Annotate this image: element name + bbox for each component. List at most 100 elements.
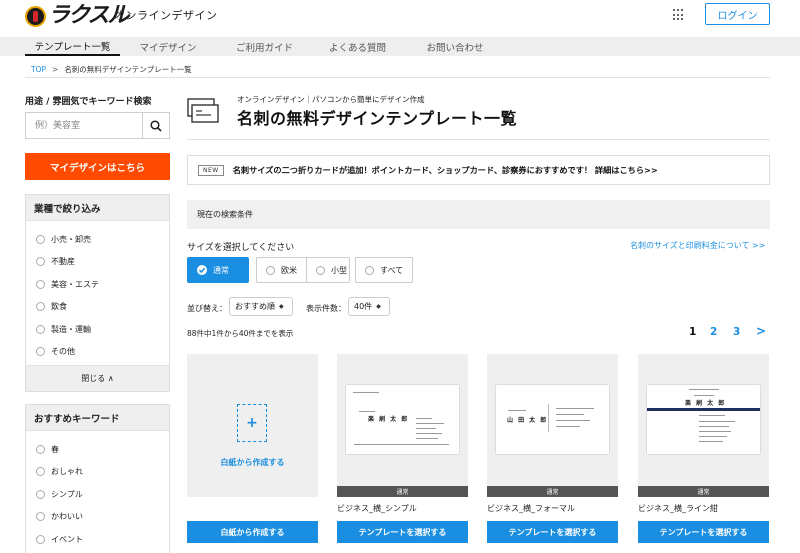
card-person-name: 山 田 太 郎 xyxy=(507,417,548,424)
size-select-label: サイズを選択してください xyxy=(187,243,295,253)
login-button[interactable]: ログイン xyxy=(705,3,770,25)
keyword-option-label: かわいい xyxy=(51,512,83,522)
apps-grid-icon[interactable] xyxy=(673,9,685,21)
per-page-select[interactable]: 40件 ◆ xyxy=(348,297,390,316)
industry-option-label: 小売・卸売 xyxy=(51,234,91,244)
industry-option[interactable]: 小売・卸売 xyxy=(26,228,169,251)
search-input[interactable] xyxy=(26,113,142,138)
sort-select[interactable]: おすすめ順 ◆ xyxy=(229,297,293,316)
search-conditions-bar: 現在の検索条件 xyxy=(187,200,770,229)
template-card[interactable]: 楽 刷 太 郎 通常 xyxy=(337,354,468,497)
industry-filter-title: 業種で絞り込み xyxy=(26,195,169,221)
industry-option-label: 美容・エステ xyxy=(51,279,99,289)
size-option-small[interactable]: 小型 xyxy=(306,257,350,283)
select-arrows-icon: ◆ xyxy=(279,302,284,310)
template-name[interactable]: ビジネス_横_シンプル xyxy=(337,503,417,514)
select-template-button[interactable]: テンプレートを選択する xyxy=(487,521,618,543)
card-person-name: 楽 刷 太 郎 xyxy=(368,416,409,423)
new-badge: NEW xyxy=(198,164,224,176)
template-card[interactable]: 楽 刷 太 郎 通常 xyxy=(638,354,769,497)
template-card[interactable]: 山 田 太 郎 通常 xyxy=(487,354,618,497)
nav-guide[interactable]: ご利用ガイド xyxy=(222,37,307,56)
keyword-search-label: 用途 / 雰囲気でキーワード検索 xyxy=(25,97,152,107)
radio-icon xyxy=(36,234,45,244)
radio-icon xyxy=(36,444,45,454)
industry-option-label: 製造・運輸 xyxy=(51,324,91,334)
blank-card-label: 白紙から作成する xyxy=(220,458,285,467)
industry-option[interactable]: その他 xyxy=(26,341,169,364)
plus-icon: + xyxy=(237,404,267,442)
industry-option[interactable]: 美容・エステ xyxy=(26,273,169,296)
keyword-option-label: おしゃれ xyxy=(51,467,83,477)
size-option-label: すべて xyxy=(380,265,404,275)
page-1[interactable]: 1 xyxy=(689,326,696,338)
nav-contact[interactable]: お問い合わせ xyxy=(415,37,495,56)
size-price-link[interactable]: 名刺のサイズと印刷料金について >> xyxy=(630,240,765,251)
keyword-filter-title: おすすめキーワード xyxy=(26,405,169,431)
radio-icon xyxy=(36,534,45,544)
site-title: オンラインデザイン xyxy=(114,9,218,22)
accent-line xyxy=(647,408,760,411)
size-option-standard[interactable]: 通常 xyxy=(187,257,249,283)
result-count: 88件中1件から40件までを表示 xyxy=(187,329,294,338)
industry-option[interactable]: 飲食 xyxy=(26,296,169,319)
keyword-option[interactable]: おしゃれ xyxy=(26,461,169,484)
blank-card[interactable]: + 白紙から作成する xyxy=(187,354,318,497)
industry-option[interactable]: 製造・運輸 xyxy=(26,318,169,341)
page-3[interactable]: 3 xyxy=(733,326,740,338)
radio-icon xyxy=(36,324,45,334)
radio-icon xyxy=(36,279,45,289)
radio-icon xyxy=(36,347,45,357)
size-option-all[interactable]: すべて xyxy=(355,257,413,283)
divider xyxy=(187,139,770,140)
select-template-button[interactable]: テンプレートを選択する xyxy=(337,521,468,543)
template-name[interactable]: ビジネス_横_フォーマル xyxy=(487,503,575,514)
keyword-option-label: シンプル xyxy=(51,489,83,499)
radio-icon xyxy=(36,257,45,267)
breadcrumb-separator: > xyxy=(52,65,59,74)
page-2[interactable]: 2 xyxy=(710,326,717,338)
card-person-name: 楽 刷 太 郎 xyxy=(685,400,726,407)
breadcrumb-home[interactable]: TOP xyxy=(31,65,46,74)
business-card-icon xyxy=(187,98,219,123)
keyword-option-label: 春 xyxy=(51,444,59,454)
size-option-label: 欧米 xyxy=(281,265,297,275)
check-icon xyxy=(197,265,207,275)
create-blank-button[interactable]: 白紙から作成する xyxy=(187,521,318,543)
card-preview: 楽 刷 太 郎 xyxy=(346,385,459,454)
industry-option-label: 不動産 xyxy=(51,257,75,267)
nav-mydesign[interactable]: マイデザイン xyxy=(128,37,208,56)
mydesign-button[interactable]: マイデザインはこちら xyxy=(25,153,170,180)
template-name[interactable]: ビジネス_横_ライン紺 xyxy=(638,503,718,514)
size-option-label: 小型 xyxy=(331,265,347,275)
divider xyxy=(25,77,770,78)
keyword-option[interactable]: かわいい xyxy=(26,506,169,529)
search-conditions-label: 現在の検索条件 xyxy=(197,210,253,219)
sort-value: おすすめ順 xyxy=(235,302,275,311)
close-filter-button[interactable]: 閉じる ∧ xyxy=(26,365,169,391)
keyword-option[interactable]: 春 xyxy=(26,438,169,461)
breadcrumb: TOP > 名刺の無料デザインテンプレート一覧 xyxy=(31,64,192,75)
search-button[interactable] xyxy=(142,113,169,138)
radio-icon xyxy=(36,489,45,499)
industry-filter: 業種で絞り込み 小売・卸売 不動産 美容・エステ 飲食 製造・運輸 その他 閉じ… xyxy=(25,194,170,392)
industry-option[interactable]: 不動産 xyxy=(26,251,169,274)
keyword-option[interactable]: シンプル xyxy=(26,483,169,506)
per-page-label: 表示件数： xyxy=(306,304,346,313)
logo[interactable]: ラクスル xyxy=(25,5,129,27)
keyword-option[interactable]: イベント xyxy=(26,528,169,551)
radio-icon xyxy=(36,302,45,312)
industry-option-label: その他 xyxy=(51,347,75,357)
next-page-icon[interactable]: > xyxy=(756,324,766,338)
size-badge: 通常 xyxy=(638,486,769,497)
radio-icon xyxy=(266,265,275,275)
header: ラクスル オンラインデザイン ログイン xyxy=(0,0,800,34)
size-option-label: 通常 xyxy=(213,265,229,275)
radio-icon xyxy=(365,265,374,275)
news-banner[interactable]: NEW 名刺サイズの二つ折りカードが追加！ポイントカード、ショップカード、診察券… xyxy=(187,155,770,185)
search-icon xyxy=(150,119,162,132)
radio-icon xyxy=(316,265,325,275)
nav-faq[interactable]: よくある質問 xyxy=(320,37,395,56)
select-template-button[interactable]: テンプレートを選択する xyxy=(638,521,769,543)
nav-templates[interactable]: テンプレート一覧 xyxy=(25,37,120,56)
